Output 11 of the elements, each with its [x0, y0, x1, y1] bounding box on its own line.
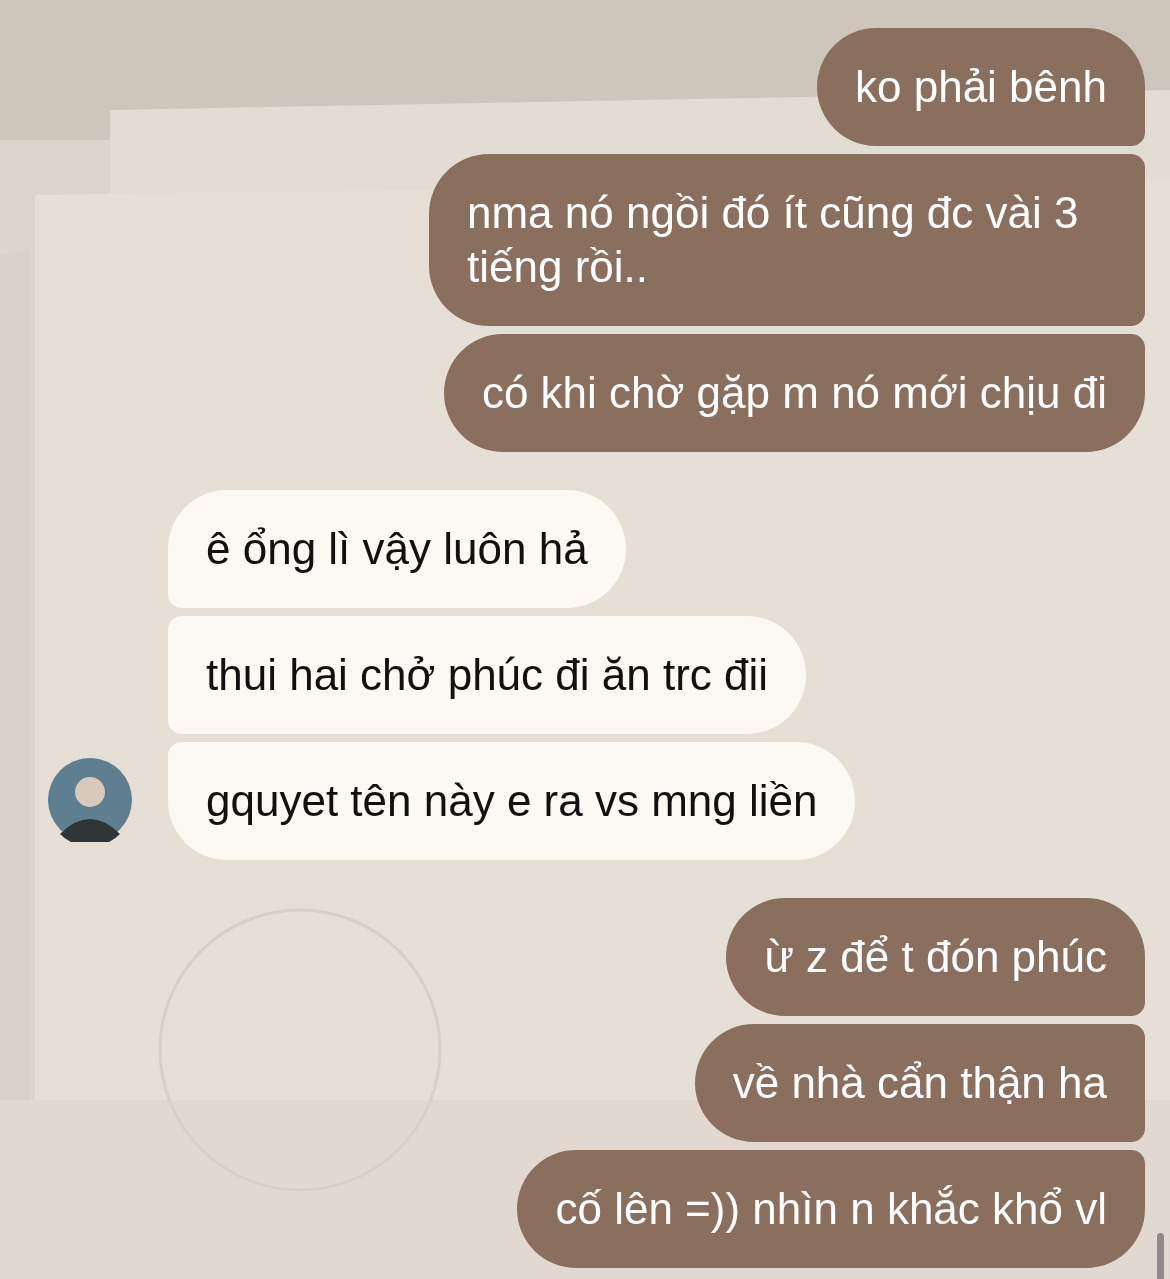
message-bubble: nma nó ngồi đó ít cũng đc vài 3 tiếng rồi..: [429, 154, 1145, 326]
avatar[interactable]: [48, 758, 132, 842]
message-bubble: về nhà cẩn thận ha: [694, 1024, 1145, 1142]
message-bubble: gquyet tên này e ra vs mng liền: [168, 742, 856, 860]
message-bubble: ê ổng lì vậy luôn hả: [168, 490, 626, 608]
message-bubble: ko phải bênh: [817, 28, 1145, 146]
message-bubble: có khi chờ gặp m nó mới chịu đi: [443, 334, 1145, 452]
scroll-bar[interactable]: [1157, 1233, 1164, 1279]
message-bubble: cố lên =)) nhìn n khắc khổ vl: [517, 1150, 1145, 1268]
message-bubble: thui hai chở phúc đi ăn trc đii: [168, 616, 807, 734]
message-bubble: ừ z để t đón phúc: [726, 898, 1145, 1016]
